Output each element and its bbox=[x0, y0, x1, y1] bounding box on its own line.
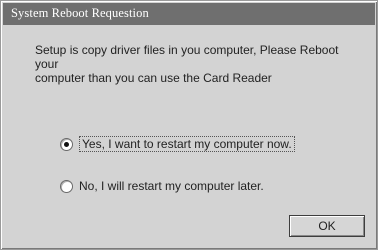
reboot-dialog: System Reboot Requestion Setup is copy d… bbox=[0, 0, 378, 250]
message-line-2: computer than you can use the Card Reade… bbox=[35, 71, 272, 85]
title-bar[interactable]: System Reboot Requestion bbox=[3, 3, 375, 25]
window-title: System Reboot Requestion bbox=[11, 6, 149, 20]
radio-selected-icon[interactable] bbox=[60, 137, 73, 151]
message-text: Setup is copy driver files in you comput… bbox=[35, 43, 365, 85]
restart-now-label[interactable]: Yes, I want to restart my computer now. bbox=[79, 136, 295, 152]
radio-unselected-icon[interactable] bbox=[60, 179, 73, 193]
radio-dot-icon bbox=[64, 141, 69, 147]
restart-later-option[interactable]: No, I will restart my computer later. bbox=[60, 177, 264, 195]
message-line-1: Setup is copy driver files in you comput… bbox=[35, 43, 339, 71]
ok-button[interactable]: OK bbox=[289, 215, 365, 237]
restart-later-label[interactable]: No, I will restart my computer later. bbox=[79, 179, 264, 193]
restart-now-option[interactable]: Yes, I want to restart my computer now. bbox=[60, 135, 295, 153]
